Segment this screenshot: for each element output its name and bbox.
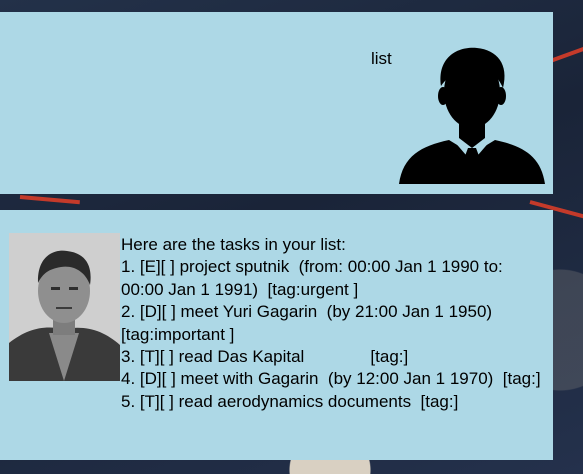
user-message-text: list bbox=[371, 49, 392, 68]
task-item: 1. [E][ ] project sputnik (from: 00:00 J… bbox=[121, 257, 508, 299]
task-item: 5. [T][ ] read aerodynamics documents [t… bbox=[121, 391, 459, 411]
task-item: 3. [T][ ] read Das Kapital [tag:] bbox=[121, 347, 409, 367]
user-avatar-icon bbox=[399, 47, 545, 184]
bot-message-bubble: Here are the tasks in your list: 1. [E][… bbox=[0, 210, 553, 460]
bot-portrait-photo bbox=[9, 233, 120, 381]
bot-avatar bbox=[9, 233, 120, 381]
user-message-bubble: list bbox=[0, 12, 553, 194]
task-item: 2. [D][ ] meet Yuri Gagarin (by 21:00 Ja… bbox=[121, 302, 497, 344]
bot-message-text: Here are the tasks in your list: 1. [E][… bbox=[121, 234, 546, 413]
task-list-header: Here are the tasks in your list: bbox=[121, 235, 346, 254]
task-item: 4. [D][ ] meet with Gagarin (by 12:00 Ja… bbox=[121, 369, 541, 389]
